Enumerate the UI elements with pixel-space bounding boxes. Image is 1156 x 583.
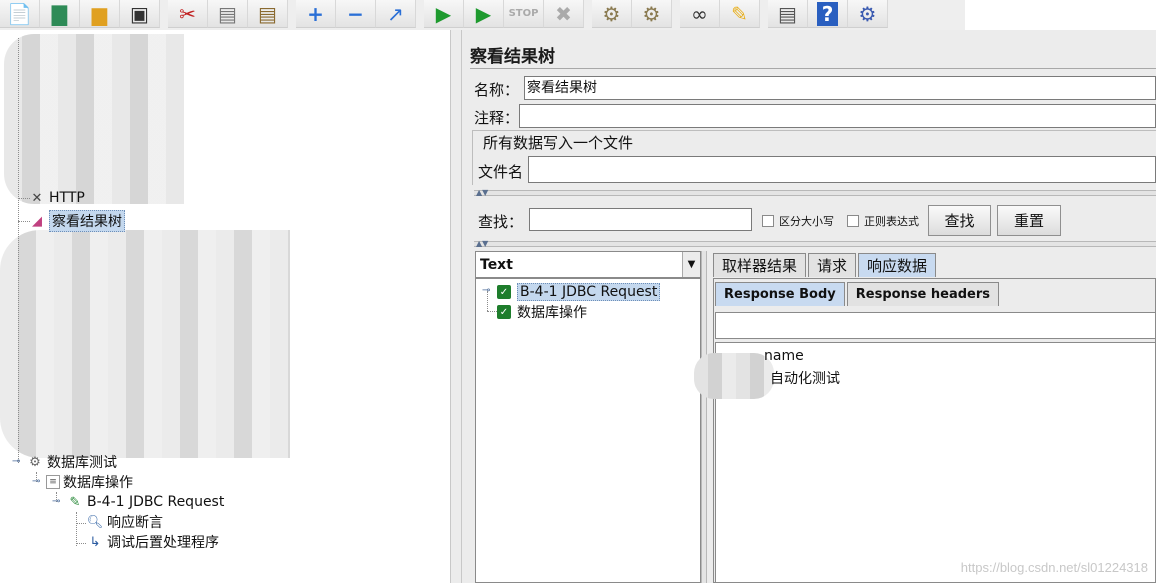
save-icon[interactable]: ▣ <box>120 0 160 28</box>
test-plan-tree: ✕ HTTP ◢ 察看结果树 ⊸ ⚙ 数据库测试 ⊸ ≡ 数据库操作 ⊸ ✎ B… <box>0 30 450 583</box>
tree-node-label: 响应断言 <box>107 515 163 531</box>
name-label: 名称： <box>474 81 520 99</box>
pipette-icon: ✎ <box>69 494 81 510</box>
response-search-field[interactable] <box>715 312 1156 339</box>
toggle-icon[interactable]: ↗ <box>376 0 416 28</box>
remote-icon[interactable]: ⚙ <box>848 0 888 28</box>
paste-icon[interactable]: ▤ <box>248 0 288 28</box>
collapse-icon[interactable]: − <box>336 0 376 28</box>
magnifier-icon: 🔍︎ <box>86 514 104 530</box>
tree-node-jdbc-request[interactable]: ✎ B-4-1 JDBC Request <box>66 492 225 512</box>
tab-sampler-result[interactable]: 取样器结果 <box>713 253 807 277</box>
search-binoculars-icon[interactable]: ∞ <box>680 0 720 28</box>
case-sensitive-label: 区分大小写 <box>779 215 834 228</box>
tree-node-label: B-4-1 JDBC Request <box>87 494 225 510</box>
response-line: 自动化测试 <box>770 371 840 387</box>
document-arrow-icon: ↳ <box>89 534 101 550</box>
expand-toggle-icon[interactable]: ⊸ <box>52 497 60 507</box>
response-subtabs: Response Body Response headers <box>715 282 1001 306</box>
horizontal-splitter[interactable]: ▲▼ <box>474 239 1156 248</box>
reset-button[interactable]: 重置 <box>997 205 1061 236</box>
function-helper-icon[interactable]: ▤ <box>768 0 808 28</box>
start-no-pause-icon[interactable]: ▶ <box>464 0 504 28</box>
tab-response-body[interactable]: Response Body <box>715 282 845 306</box>
tab-response-data[interactable]: 响应数据 <box>858 253 937 277</box>
redacted-region <box>4 34 184 204</box>
tree-node-db-operation[interactable]: ≡ 数据库操作 <box>46 472 133 492</box>
copy-icon[interactable]: ▤ <box>208 0 248 28</box>
tree-node-label: 察看结果树 <box>49 210 125 232</box>
search-input[interactable] <box>529 208 752 231</box>
stop-icon[interactable]: STOP <box>504 0 544 28</box>
result-item[interactable]: ✓ B-4-1 JDBC Request <box>497 282 661 302</box>
help-icon[interactable]: ? <box>808 0 848 28</box>
response-body-text[interactable]: name 自动化测试 <box>694 342 1156 583</box>
tab-request[interactable]: 请求 <box>808 253 857 277</box>
panel-title: 察看结果树 <box>470 47 555 67</box>
horizontal-splitter[interactable]: ▲▼ <box>474 188 1156 197</box>
splitter-arrows-icon: ▲▼ <box>476 239 489 248</box>
find-button[interactable]: 查找 <box>928 205 991 236</box>
chevron-down-icon[interactable]: ▼ <box>682 252 700 277</box>
tree-node-response-assertion[interactable]: 🔍︎ 响应断言 <box>86 512 163 532</box>
success-shield-icon: ✓ <box>497 285 511 299</box>
tree-node-http-sampler[interactable]: ✕ HTTP <box>28 188 85 208</box>
cut-icon[interactable]: ✂ <box>168 0 208 28</box>
sample-result-list: ⊸ ✓ B-4-1 JDBC Request ✓ 数据库操作 <box>475 278 701 583</box>
clear-all-icon[interactable]: ⚙ <box>632 0 672 28</box>
redacted-region <box>0 230 290 458</box>
tree-node-db-test[interactable]: ⚙ 数据库测试 <box>26 452 117 472</box>
main-splitter[interactable] <box>450 30 462 583</box>
results-splitter[interactable] <box>701 251 707 583</box>
result-tabs: 取样器结果 请求 响应数据 <box>713 253 938 277</box>
expand-toggle-icon[interactable]: ⊸ <box>32 477 40 487</box>
tree-node-label: 调试后置处理程序 <box>107 535 219 551</box>
chart-icon: ◢ <box>32 213 42 229</box>
start-icon[interactable]: ▶ <box>424 0 464 28</box>
case-sensitive-checkbox[interactable]: 区分大小写 <box>762 213 834 229</box>
result-item[interactable]: ✓ 数据库操作 <box>497 302 587 322</box>
tab-response-headers[interactable]: Response headers <box>846 282 1000 306</box>
regex-label: 正则表达式 <box>864 215 919 228</box>
renderer-select-value: Text <box>480 256 513 273</box>
response-line: name <box>764 348 804 364</box>
search-label: 查找： <box>478 213 524 231</box>
tree-node-label: 数据库操作 <box>63 475 133 491</box>
wrench-icon: ✕ <box>31 190 43 206</box>
renderer-select[interactable]: Text ▼ <box>475 251 701 278</box>
write-to-file-legend: 所有数据写入一个文件 <box>480 132 637 153</box>
success-shield-icon: ✓ <box>497 305 511 319</box>
name-field[interactable]: 察看结果树 <box>524 76 1156 100</box>
result-item-label: B-4-1 JDBC Request <box>517 283 661 301</box>
templates-icon[interactable]: ▇ <box>40 0 80 28</box>
comment-label: 注释： <box>474 109 520 127</box>
filename-field[interactable] <box>528 156 1156 183</box>
splitter-arrows-icon: ▲▼ <box>476 188 489 197</box>
result-item-label: 数据库操作 <box>517 305 587 321</box>
new-icon[interactable]: 📄 <box>0 0 40 28</box>
reset-search-icon[interactable]: ✎ <box>720 0 760 28</box>
tree-node-label: HTTP <box>49 190 85 206</box>
view-results-tree-panel: 察看结果树 名称： 察看结果树 注释： 所有数据写入一个文件 文件名 ▲▼ 查找… <box>462 30 1156 583</box>
watermark: https://blog.csdn.net/sl01224318 <box>960 560 1148 575</box>
filename-label: 文件名 <box>478 163 524 181</box>
tree-node-view-results-tree[interactable]: ◢ 察看结果树 <box>28 210 125 232</box>
open-icon[interactable]: ▆ <box>80 0 120 28</box>
tree-node-label: 数据库测试 <box>47 455 117 471</box>
controller-icon: ≡ <box>46 475 60 489</box>
expand-icon[interactable]: + <box>296 0 336 28</box>
regex-checkbox[interactable]: 正则表达式 <box>847 213 919 229</box>
shutdown-icon[interactable]: ✖ <box>544 0 584 28</box>
comment-field[interactable] <box>519 104 1156 128</box>
tree-node-debug-postprocessor[interactable]: ↳ 调试后置处理程序 <box>86 532 219 552</box>
clear-icon[interactable]: ⚙ <box>592 0 632 28</box>
expand-toggle-icon[interactable]: ⊸ <box>482 286 490 296</box>
main-toolbar: 📄 ▇ ▆ ▣ ✂ ▤ ▤ + − ↗ ▶ ▶ STOP ✖ ⚙ ⚙ ∞ ✎ ▤… <box>0 0 965 30</box>
expand-toggle-icon[interactable]: ⊸ <box>12 457 20 467</box>
gear-icon: ⚙ <box>29 454 41 470</box>
redacted-region <box>694 353 774 399</box>
